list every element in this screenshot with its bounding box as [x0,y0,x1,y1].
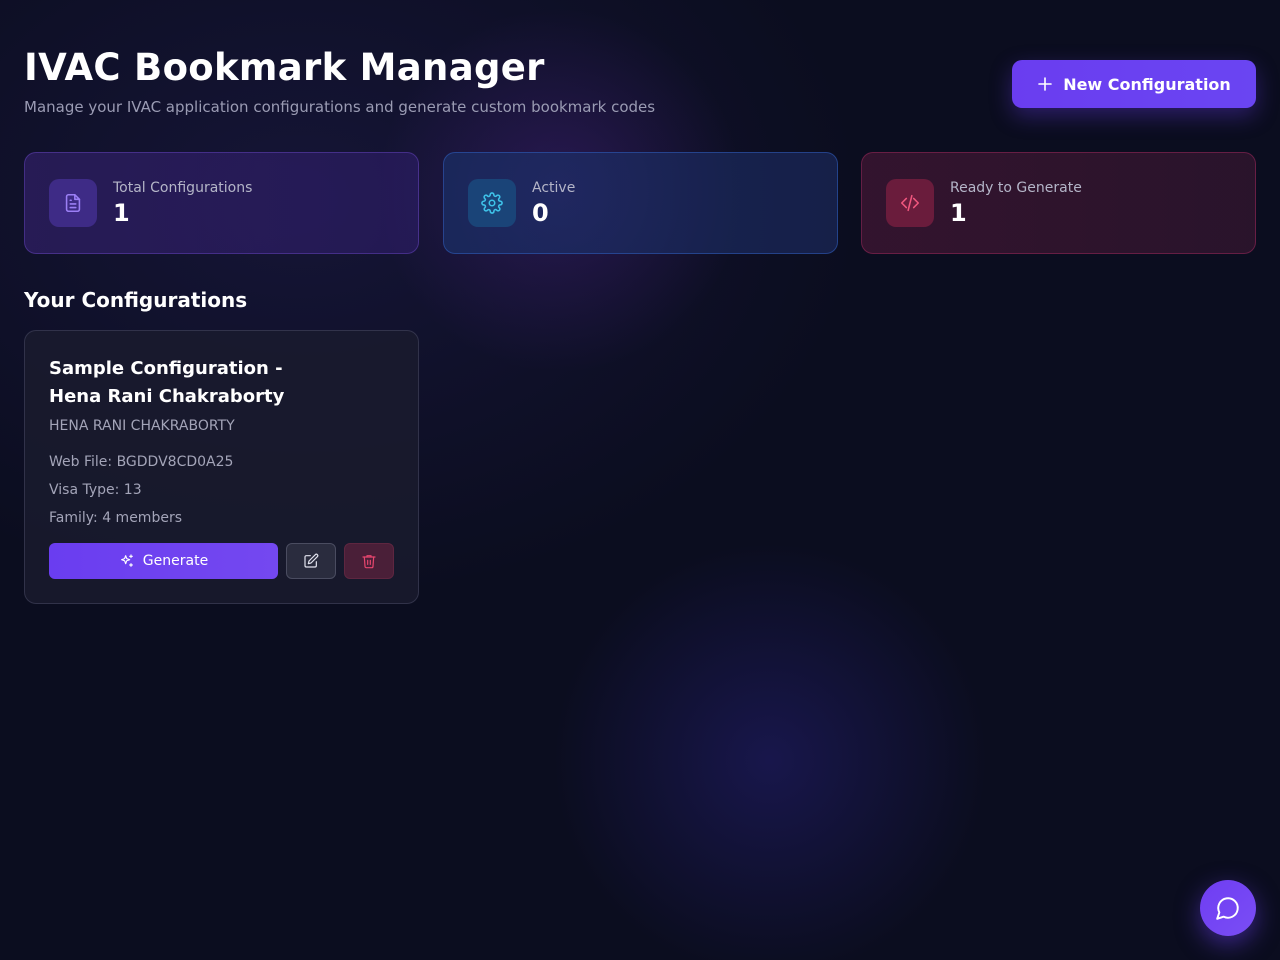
sparkles-icon [120,554,133,567]
chat-icon [1216,897,1239,920]
section-title: Your Configurations [24,288,248,312]
visa-type-detail: Visa Type: 13 [49,482,142,498]
document-icon [65,193,81,213]
new-configuration-label: New Configuration [1063,74,1231,94]
generate-label: Generate [142,553,209,569]
code-icon [900,194,920,212]
page-subtitle: Manage your IVAC application configurati… [24,98,656,116]
configuration-card: Sample Configuration - Hena Rani Chakrab… [24,330,419,604]
edit-icon [304,553,319,568]
stats-row: Total Configurations 1 Active 0 Ready to… [24,152,1256,254]
stat-value: 1 [113,199,130,227]
stat-card-total: Total Configurations 1 [24,152,419,254]
applicant-name: HENA RANI CHAKRABORTY [49,418,235,434]
delete-button[interactable] [344,543,394,579]
configuration-title: Sample Configuration - Hena Rani Chakrab… [49,358,285,407]
header: IVAC Bookmark Manager Manage your IVAC a… [24,46,1256,126]
gear-icon [481,192,503,214]
stat-icon-box [886,179,934,227]
stat-card-ready: Ready to Generate 1 [861,152,1256,254]
stat-label: Active [532,180,576,196]
chat-button[interactable] [1200,880,1256,936]
new-configuration-button[interactable]: New Configuration [1012,60,1256,108]
stat-value: 1 [950,199,967,227]
stat-value: 0 [532,199,549,227]
stat-icon-box [49,179,97,227]
stat-label: Ready to Generate [950,180,1082,196]
page-title: IVAC Bookmark Manager [24,46,545,89]
plus-icon [1038,77,1052,91]
web-file-detail: Web File: BGDDV8CD0A25 [49,454,234,470]
stat-label: Total Configurations [113,180,253,196]
family-detail: Family: 4 members [49,510,182,526]
generate-button[interactable]: Generate [49,543,278,579]
stat-card-active: Active 0 [443,152,838,254]
stat-icon-box [468,179,516,227]
trash-icon [362,555,376,569]
edit-button[interactable] [286,543,336,579]
